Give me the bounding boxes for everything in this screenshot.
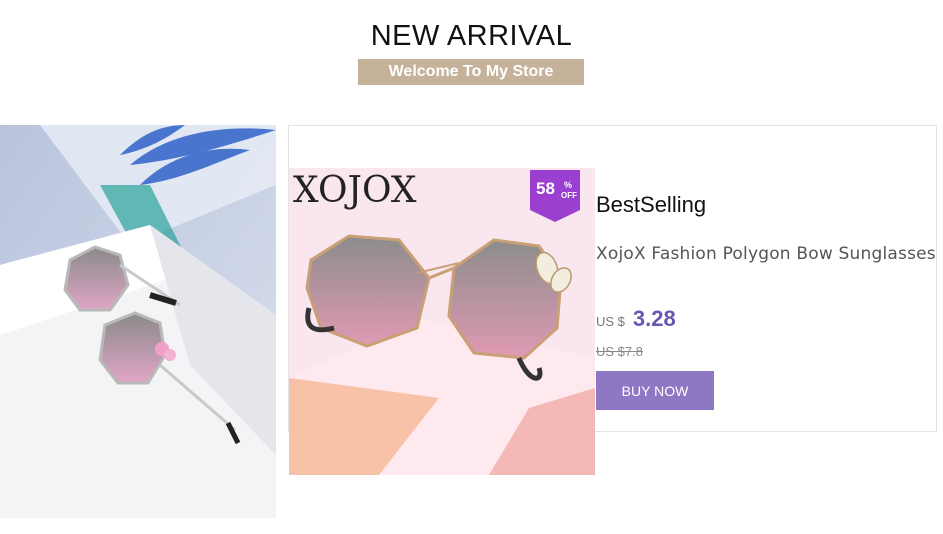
discount-badge: 58 % OFF xyxy=(530,170,580,222)
discount-off-label: OFF xyxy=(561,191,577,200)
section-label: BestSelling xyxy=(596,192,707,217)
original-price: US $7.8 xyxy=(596,344,643,359)
discount-number: 58 xyxy=(536,179,555,198)
price-currency: US $ xyxy=(596,314,625,329)
lifestyle-banner-image[interactable] xyxy=(0,125,276,518)
price-row: US $ 3.28 xyxy=(596,306,676,332)
brand-logo: XOJOX xyxy=(293,170,417,211)
page-title: NEW ARRIVAL xyxy=(370,20,573,52)
buy-now-button[interactable]: BUY NOW xyxy=(596,371,714,410)
product-name-link[interactable]: XojoX Fashion Polygon Bow Sunglasses xyxy=(596,244,936,264)
store-welcome-banner: Welcome To My Store xyxy=(358,59,584,85)
discount-percent: % xyxy=(564,180,573,190)
current-price: 3.28 xyxy=(632,306,676,331)
sunglasses-lifestyle-image xyxy=(0,125,276,518)
